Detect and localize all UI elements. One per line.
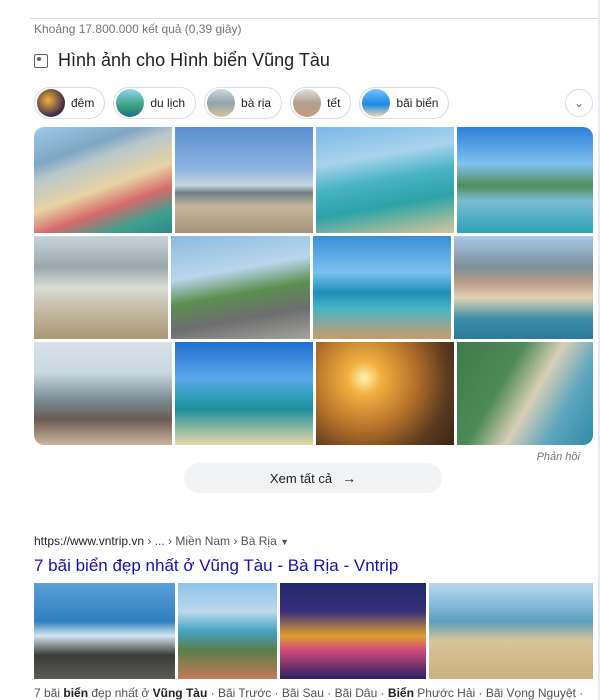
- image-thumbnail[interactable]: [34, 342, 172, 445]
- chip-label: bãi biển: [396, 96, 439, 110]
- arrow-right-icon: →: [342, 470, 357, 486]
- chip-ba-ria[interactable]: bà rịa: [204, 87, 283, 119]
- snippet-text: Phước Hải · Bãi Vọng Nguyệt ·: [413, 686, 584, 700]
- images-section-title: Hình ảnh cho Hình biển Vũng Tàu: [58, 50, 330, 70]
- chip-thumbnail: [362, 89, 391, 117]
- feedback-link[interactable]: Phản hồi: [537, 451, 580, 463]
- see-all-button[interactable]: Xem tất cả →: [184, 463, 442, 493]
- chip-thumbnail: [207, 89, 236, 117]
- image-thumbnail[interactable]: [316, 127, 454, 233]
- snippet-highlight: Biển: [387, 686, 414, 700]
- image-icon: [34, 53, 48, 68]
- result-image[interactable]: [429, 583, 593, 679]
- chip-thumbnail: [37, 89, 65, 117]
- image-thumbnail[interactable]: [34, 236, 168, 339]
- image-thumbnail[interactable]: [34, 127, 172, 233]
- chip-dem[interactable]: đêm: [34, 87, 106, 119]
- image-thumbnail[interactable]: [316, 342, 454, 445]
- image-thumbnail[interactable]: [457, 127, 593, 233]
- result-stats: Khoảng 17.800.000 kết quả (0,39 giây): [34, 22, 242, 36]
- image-thumbnail[interactable]: [454, 236, 593, 339]
- chip-label: tết: [327, 96, 341, 110]
- more-options-icon[interactable]: ▼: [280, 537, 289, 547]
- snippet-highlight: biển: [63, 686, 89, 700]
- chip-label: du lịch: [150, 96, 186, 110]
- chip-label: đêm: [71, 96, 95, 110]
- chip-tet[interactable]: tết: [290, 87, 352, 119]
- snippet-text: 7 bãi: [34, 686, 64, 700]
- snippet-highlight: Vũng Tàu: [152, 686, 208, 700]
- image-filter-chips: đêm du lịch bà rịa tết bãi biển: [34, 87, 450, 119]
- result-url[interactable]: https://www.vntrip.vn › ... › Miền Nam ›…: [34, 534, 289, 548]
- images-section-header: Hình ảnh cho Hình biển Vũng Tàu: [34, 50, 330, 71]
- image-thumbnail[interactable]: [313, 236, 451, 339]
- image-thumbnail[interactable]: [175, 127, 313, 233]
- image-thumbnail[interactable]: [171, 236, 310, 339]
- result-image[interactable]: [34, 583, 175, 679]
- snippet-text: đẹp nhất ở: [88, 686, 153, 700]
- snippet-text: · Bãi Trước · Bãi Sau · Bãi Dâu ·: [207, 686, 388, 700]
- result-url-path: › ... › Miền Nam › Bà Rịa: [144, 534, 277, 548]
- chip-label: bà rịa: [241, 96, 272, 110]
- result-snippet: 7 bãi biển đẹp nhất ở Vũng Tàu · Bãi Trư…: [34, 686, 583, 700]
- image-thumbnail[interactable]: [457, 342, 593, 445]
- result-image[interactable]: [178, 583, 277, 679]
- chip-du-lich[interactable]: du lịch: [113, 87, 197, 119]
- result-images: [34, 583, 593, 679]
- see-all-label: Xem tất cả: [269, 470, 333, 486]
- result-image[interactable]: [280, 583, 426, 679]
- top-divider: [30, 18, 598, 19]
- result-title-link[interactable]: 7 bãi biển đẹp nhất ở Vũng Tàu - Bà Rịa …: [34, 556, 398, 576]
- chip-bai-bien[interactable]: bãi biển: [359, 87, 450, 119]
- image-grid: [34, 127, 593, 445]
- result-url-base: https://www.vntrip.vn: [34, 534, 145, 548]
- chip-thumbnail: [116, 89, 145, 117]
- chip-thumbnail: [293, 89, 322, 117]
- image-thumbnail[interactable]: [175, 342, 313, 445]
- chevron-down-icon[interactable]: ⌄: [565, 89, 593, 117]
